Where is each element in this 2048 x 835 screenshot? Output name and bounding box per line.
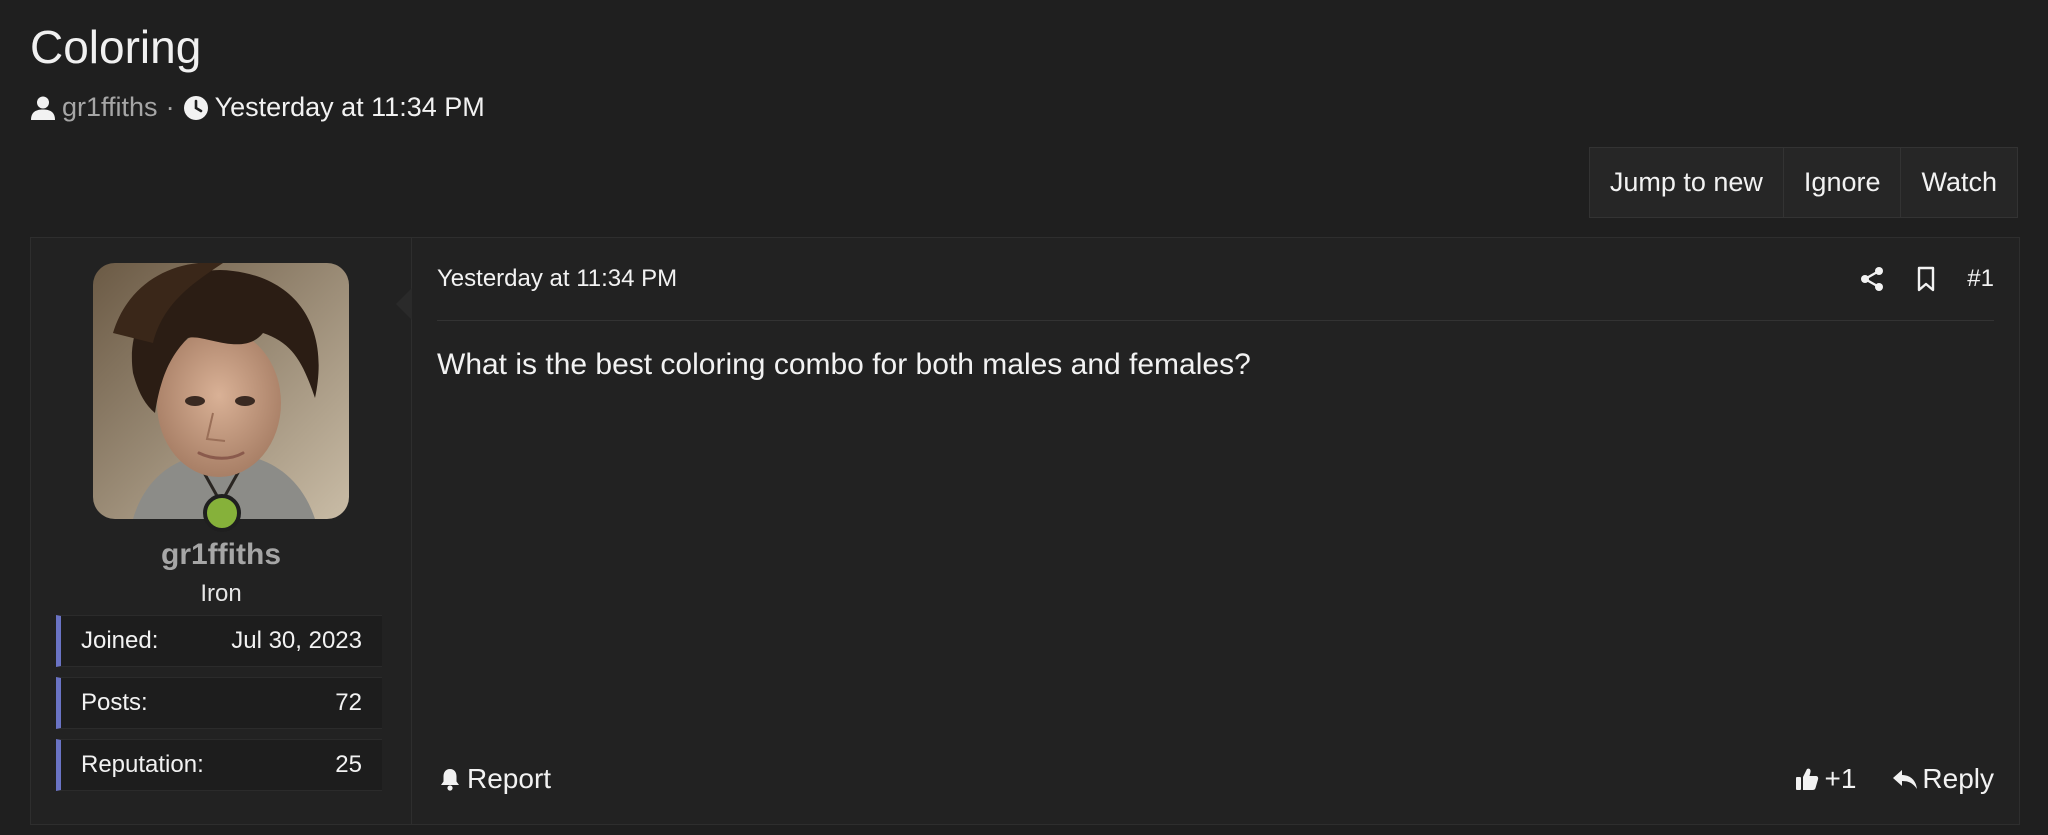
report-button[interactable]: Report: [437, 763, 551, 795]
avatar[interactable]: [93, 263, 349, 519]
ignore-button[interactable]: Ignore: [1783, 148, 1902, 217]
thread-author-link[interactable]: gr1ffiths: [62, 92, 158, 123]
post-header: Yesterday at 11:34 PM #1: [437, 238, 1994, 321]
post-header-actions: #1: [1831, 265, 1994, 293]
user-rank: Iron: [200, 580, 242, 607]
thread-action-buttons: Jump to new Ignore Watch: [1588, 147, 2018, 218]
reply-button[interactable]: Reply: [1892, 763, 1994, 795]
meta-separator: ·: [165, 92, 175, 122]
user-icon: [30, 95, 56, 121]
online-status-indicator: [203, 494, 241, 532]
report-label: Report: [467, 763, 552, 794]
thumbs-up-icon: [1794, 766, 1820, 792]
post-message: What is the best coloring combo for both…: [437, 348, 1251, 381]
like-label: +1: [1824, 763, 1857, 794]
thread-time-link[interactable]: Yesterday at 11:34 PM: [215, 92, 485, 123]
post-container: gr1ffiths Iron Joined: Jul 30, 2023 Post…: [30, 237, 2020, 825]
stat-row-joined: Joined: Jul 30, 2023: [56, 615, 382, 667]
bookmark-icon[interactable]: [1913, 266, 1939, 292]
thread-meta: gr1ffiths · Yesterday at 11:34 PM: [30, 92, 485, 123]
stat-value: 72: [335, 689, 362, 716]
like-button[interactable]: +1: [1794, 763, 1856, 795]
watch-button[interactable]: Watch: [1901, 148, 2017, 217]
clock-icon: [183, 95, 209, 121]
reply-arrow-icon: [1892, 766, 1918, 792]
reply-label: Reply: [1922, 763, 1994, 794]
post-content: Yesterday at 11:34 PM #1 What is the bes…: [396, 238, 2019, 824]
stat-label: Reputation:: [81, 751, 204, 778]
stat-value: 25: [335, 751, 362, 778]
bell-icon: [437, 766, 463, 792]
speech-arrow: [396, 288, 412, 320]
stat-label: Joined:: [81, 627, 159, 654]
post-footer-right: +1 Reply: [1758, 763, 1994, 795]
stat-row-reputation: Reputation: 25: [56, 739, 382, 791]
share-icon[interactable]: [1859, 266, 1885, 292]
thread-title: Coloring: [30, 21, 202, 73]
post-footer: Report +1 Reply: [437, 754, 1994, 804]
user-info-panel: gr1ffiths Iron Joined: Jul 30, 2023 Post…: [31, 238, 412, 824]
jump-to-new-button[interactable]: Jump to new: [1589, 148, 1784, 217]
post-author-name[interactable]: gr1ffiths: [31, 538, 411, 572]
post-date-link[interactable]: Yesterday at 11:34 PM: [437, 265, 677, 293]
stat-label: Posts:: [81, 689, 148, 716]
stat-row-posts: Posts: 72: [56, 677, 382, 729]
post-number-link[interactable]: #1: [1967, 265, 1994, 293]
stat-value: Jul 30, 2023: [231, 627, 362, 654]
